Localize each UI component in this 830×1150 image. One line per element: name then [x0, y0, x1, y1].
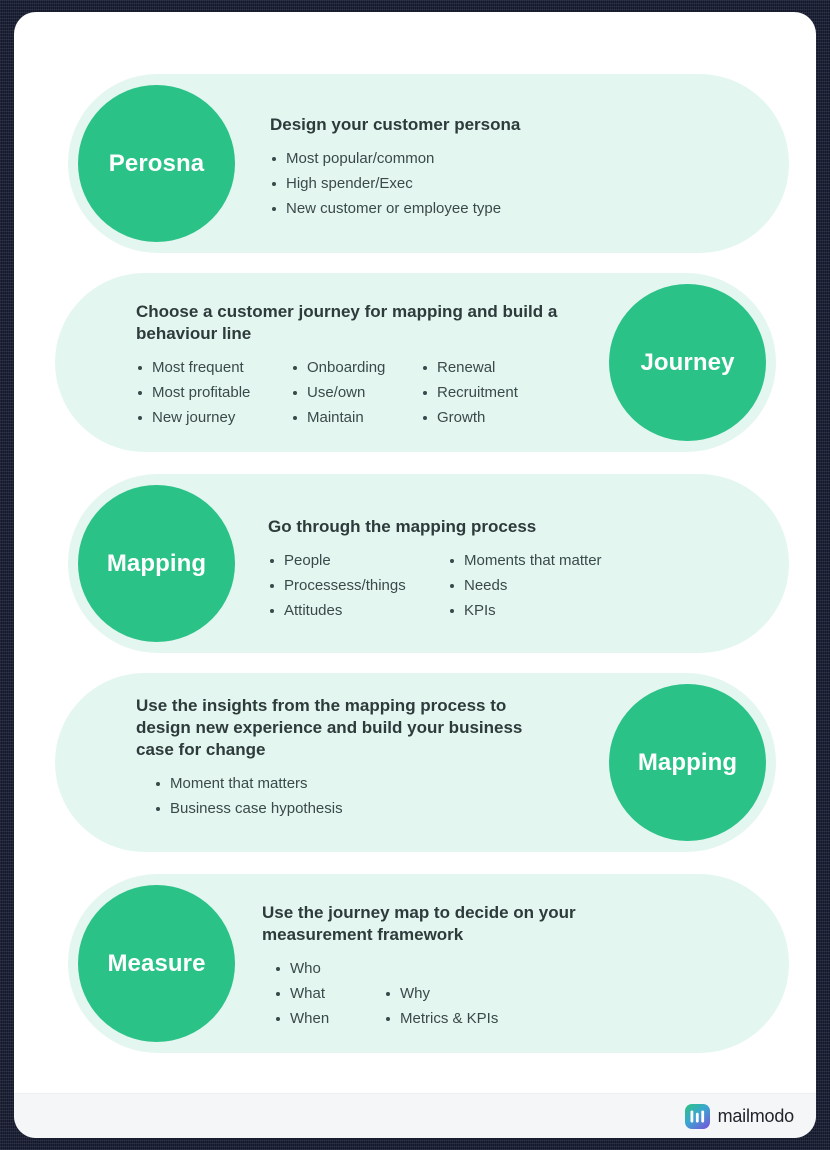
section-title: Choose a customer journey for mapping an…: [136, 302, 558, 343]
list-item: Most profitable: [136, 380, 291, 405]
section-body: Use the insights from the mapping proces…: [136, 695, 596, 821]
bullet-columns: People Processess/things Attitudes Momen…: [268, 548, 773, 623]
section-body: Design your customer persona Most popula…: [270, 114, 775, 221]
list-item: Renewal: [421, 355, 518, 380]
outer-frame: Perosna Design your customer persona Mos…: [0, 0, 830, 1150]
list-item: People: [268, 548, 448, 573]
list-item: Maintain: [291, 405, 421, 430]
list-item: Moment that matters: [154, 771, 343, 796]
bullet-list: Most frequent Most profitable New journe…: [136, 355, 291, 430]
bullet-list: Moments that matter Needs KPIs: [448, 548, 602, 623]
section-mapping-process: Mapping Go through the mapping process P…: [68, 474, 789, 653]
list-item: Metrics & KPIs: [384, 1006, 498, 1031]
list-item: Onboarding: [291, 355, 421, 380]
badge-label: Mapping: [637, 748, 738, 776]
list-item: Recruitment: [421, 380, 518, 405]
bullet-column: Most popular/common High spender/Exec Ne…: [270, 146, 501, 221]
section-measure: Measure Use the journey map to decide on…: [68, 874, 789, 1053]
list-item: What: [274, 981, 384, 1006]
section-body: Go through the mapping process People Pr…: [268, 516, 773, 623]
footer: mailmodo: [14, 1093, 816, 1138]
page-card: Perosna Design your customer persona Mos…: [14, 12, 816, 1138]
mailmodo-logo-icon: [684, 1103, 710, 1129]
bullet-list: Onboarding Use/own Maintain: [291, 355, 421, 430]
list-item: Processess/things: [268, 573, 448, 598]
bullet-column: Most frequent Most profitable New journe…: [136, 355, 291, 430]
list-item: Business case hypothesis: [154, 796, 343, 821]
list-item: When: [274, 1006, 384, 1031]
bullet-column: Moment that matters Business case hypoth…: [154, 771, 343, 821]
section-title: Go through the mapping process: [268, 517, 537, 536]
section-journey: Journey Choose a customer journey for ma…: [55, 273, 776, 452]
bullet-column: Who What When: [274, 956, 384, 1031]
bullet-column: Moments that matter Needs KPIs: [448, 548, 602, 623]
infographic-content: Perosna Design your customer persona Mos…: [14, 12, 816, 1092]
list-item: Most popular/common: [270, 146, 501, 171]
section-body: Use the journey map to decide on your me…: [262, 902, 767, 1031]
bullet-columns: Moment that matters Business case hypoth…: [136, 771, 596, 821]
badge-label: Journey: [640, 348, 735, 376]
badge-persona: Perosna: [78, 85, 235, 242]
list-item: KPIs: [448, 598, 602, 623]
badge-measure: Measure: [78, 885, 235, 1042]
list-item: Most frequent: [136, 355, 291, 380]
section-title: Use the journey map to decide on your me…: [262, 903, 576, 944]
list-item: New journey: [136, 405, 291, 430]
list-item: Who: [274, 956, 384, 981]
list-item: Moments that matter: [448, 548, 602, 573]
bullet-columns: Most popular/common High spender/Exec Ne…: [270, 146, 775, 221]
badge-label: Perosna: [108, 149, 205, 177]
badge-journey: Journey: [609, 284, 766, 441]
bullet-list: Who What When: [274, 956, 384, 1031]
brand-logo: mailmodo: [684, 1103, 795, 1129]
section-title: Use the insights from the mapping proces…: [136, 696, 523, 759]
badge-mapping-insights: Mapping: [609, 684, 766, 841]
brand-name: mailmodo: [717, 1105, 795, 1126]
bullet-columns: Most frequent Most profitable New journe…: [136, 355, 596, 430]
list-item: Growth: [421, 405, 518, 430]
badge-label: Mapping: [106, 549, 207, 577]
bullet-list: People Processess/things Attitudes: [268, 548, 448, 623]
bullet-column: Renewal Recruitment Growth: [421, 355, 518, 430]
bullet-columns: Who What When Why Metrics & KPIs: [262, 956, 767, 1031]
list-item: Use/own: [291, 380, 421, 405]
section-persona: Perosna Design your customer persona Mos…: [68, 74, 789, 253]
bullet-list: Renewal Recruitment Growth: [421, 355, 518, 430]
list-item: Why: [384, 981, 498, 1006]
bullet-list: Why Metrics & KPIs: [384, 956, 498, 1031]
bullet-column: Why Metrics & KPIs: [384, 956, 498, 1031]
bullet-column: People Processess/things Attitudes: [268, 548, 448, 623]
bullet-column: Onboarding Use/own Maintain: [291, 355, 421, 430]
badge-label: Measure: [107, 949, 206, 977]
section-insights: Mapping Use the insights from the mappin…: [55, 673, 776, 852]
bullet-list: Moment that matters Business case hypoth…: [154, 771, 343, 821]
list-item: Attitudes: [268, 598, 448, 623]
list-item: Needs: [448, 573, 602, 598]
list-item: New customer or employee type: [270, 196, 501, 221]
list-item: High spender/Exec: [270, 171, 501, 196]
bullet-list: Most popular/common High spender/Exec Ne…: [270, 146, 501, 221]
section-body: Choose a customer journey for mapping an…: [136, 301, 596, 430]
badge-mapping: Mapping: [78, 485, 235, 642]
section-title: Design your customer persona: [270, 115, 521, 134]
